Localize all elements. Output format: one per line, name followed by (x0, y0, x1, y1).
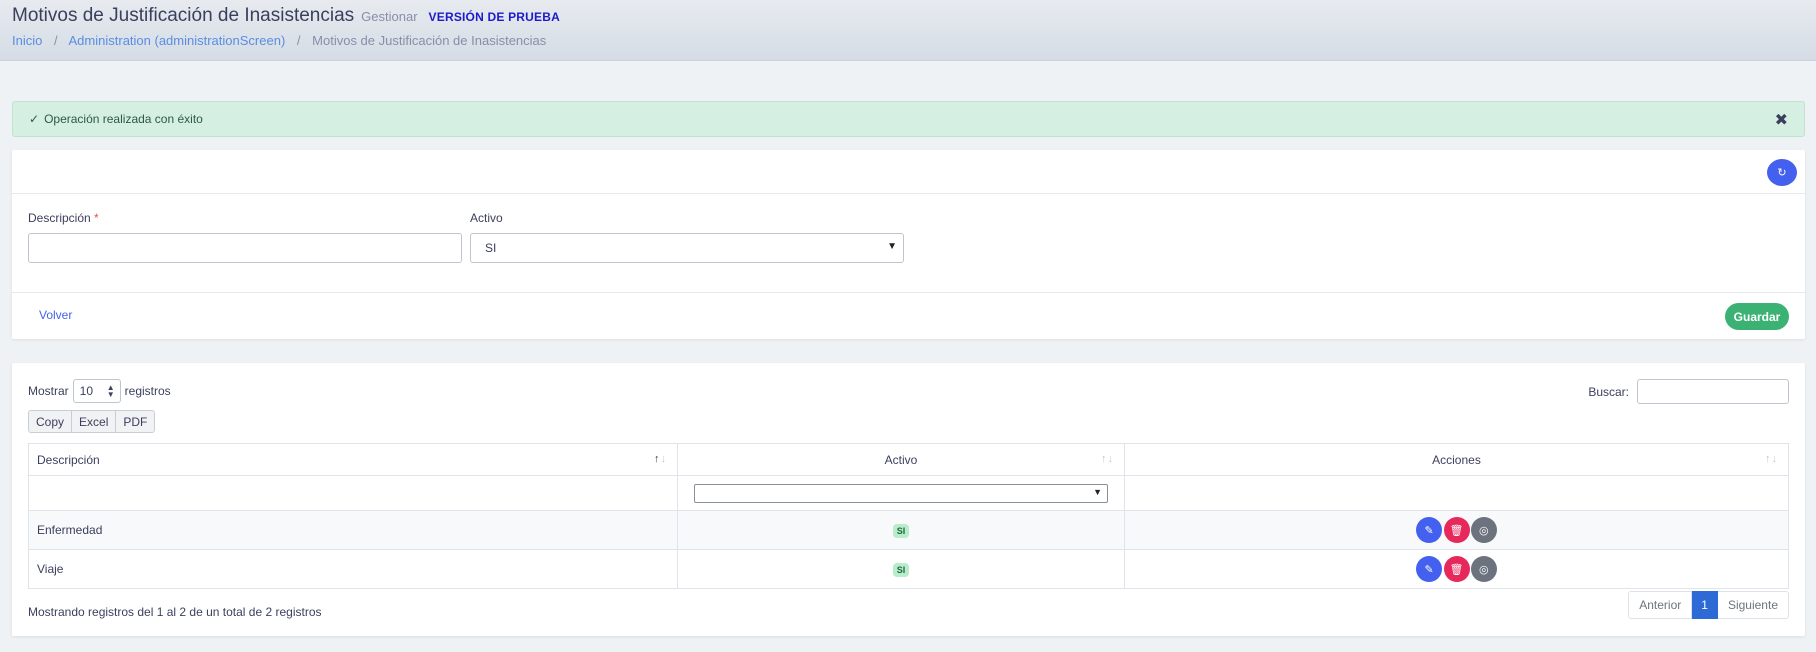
data-table: Descripción ↑↓ Activo ↑↓ Acciones ↑↓ ▼ E… (28, 443, 1789, 589)
export-button-group: Copy Excel PDF (28, 410, 156, 433)
page-button-current[interactable]: 1 (1692, 591, 1718, 619)
guardar-button[interactable]: Guardar (1725, 303, 1789, 330)
breadcrumb-current: Motivos de Justificación de Inasistencia… (312, 33, 547, 48)
chevron-down-icon: ▼ (887, 241, 897, 252)
page-length-value: 10 (79, 384, 94, 398)
descripcion-input[interactable] (28, 233, 462, 263)
breadcrumb-separator: / (296, 33, 301, 48)
next-page-button[interactable]: Siguiente (1717, 591, 1789, 619)
activo-cell: SI (677, 549, 1125, 589)
form-card-footer: Volver Guardar (12, 292, 1805, 339)
acciones-cell: ✎ 🗑 ◎ (1124, 510, 1789, 550)
volver-link[interactable]: Volver (39, 308, 72, 322)
trash-icon: 🗑 (1449, 524, 1464, 537)
edit-button[interactable]: ✎ (1416, 517, 1443, 543)
page-length-control: Mostrar 10 ▲ ▼ registros (28, 379, 171, 403)
table-header-row: Descripción ↑↓ Activo ↑↓ Acciones ↑↓ (28, 443, 1789, 476)
updown-icon: ▲ ▼ (106, 383, 115, 399)
status-badge: SI (892, 562, 910, 577)
form-card: ↻ Descripción * Activo SI ▼ Volver Guard… (12, 150, 1805, 339)
trial-version-badge: VERSIÓN DE PRUEBA (428, 10, 560, 24)
alert-message: Operación realizada con éxito (44, 112, 203, 126)
activo-cell: SI (677, 510, 1125, 550)
show-label: Mostrar (28, 384, 69, 398)
delete-button[interactable]: 🗑 (1443, 556, 1470, 582)
status-badge: SI (892, 523, 910, 538)
filter-cell (28, 475, 678, 511)
records-label: registros (124, 384, 171, 398)
chevron-down-icon: ▼ (1093, 486, 1102, 497)
refresh-button[interactable]: ↻ (1767, 159, 1797, 186)
column-header-label: Descripción (37, 452, 100, 467)
search-input[interactable] (1637, 379, 1789, 404)
breadcrumb-section-link[interactable]: Administration (administrationScreen) (69, 33, 286, 48)
column-header-activo[interactable]: Activo ↑↓ (677, 443, 1125, 476)
breadcrumb-separator: / (53, 33, 58, 48)
activo-label: Activo (470, 211, 503, 225)
pagination: Anterior 1 Siguiente (1628, 591, 1789, 619)
check-icon: ✓ (29, 112, 40, 126)
activo-filter-select[interactable]: ▼ (694, 483, 1108, 503)
search-label: Buscar: (1588, 384, 1629, 399)
delete-button[interactable]: 🗑 (1443, 517, 1470, 543)
refresh-icon: ↻ (1777, 167, 1787, 179)
filter-cell: ▼ (677, 475, 1125, 511)
sort-icon: ↑↓ (654, 453, 667, 465)
title-row: Motivos de Justificación de Inasistencia… (12, 5, 560, 27)
column-header-descripcion[interactable]: Descripción ↑↓ (28, 443, 678, 476)
trash-icon: 🗑 (1449, 563, 1464, 576)
column-header-label: Activo (884, 452, 918, 467)
eye-slash-icon: ◎ (1479, 524, 1489, 537)
close-icon[interactable]: ✖ (1775, 110, 1788, 130)
sort-icon: ↑↓ (1101, 453, 1114, 465)
descripcion-cell: Enfermedad (28, 510, 678, 550)
page-header: Motivos de Justificación de Inasistencia… (0, 0, 1816, 61)
page-subtitle: Gestionar (361, 9, 418, 24)
activo-select-value: SI (485, 241, 497, 255)
column-header-acciones[interactable]: Acciones ↑↓ (1124, 443, 1789, 476)
required-mark: * (94, 211, 99, 225)
success-alert: ✓ Operación realizada con éxito ✖ (12, 101, 1805, 137)
edit-button[interactable]: ✎ (1416, 556, 1443, 582)
search-control: Buscar: (1588, 379, 1789, 404)
hide-button[interactable]: ◎ (1470, 517, 1497, 543)
descripcion-label-text: Descripción (28, 211, 91, 225)
copy-button[interactable]: Copy (28, 410, 73, 433)
form-card-header: ↻ (12, 150, 1805, 194)
descripcion-label: Descripción * (28, 211, 99, 225)
page-length-select[interactable]: 10 ▲ ▼ (72, 379, 121, 403)
table-row: Enfermedad SI ✎ 🗑 ◎ (28, 510, 1789, 550)
table-card: Mostrar 10 ▲ ▼ registros Buscar: Copy Exc… (12, 363, 1805, 636)
filter-row: ▼ (28, 475, 1789, 511)
table-row: Viaje SI ✎ 🗑 ◎ (28, 549, 1789, 589)
table-info: Mostrando registros del 1 al 2 de un tot… (28, 605, 322, 619)
eye-slash-icon: ◎ (1479, 563, 1489, 576)
excel-button[interactable]: Excel (72, 410, 117, 433)
activo-select[interactable]: SI ▼ (470, 233, 904, 263)
edit-icon: ✎ (1424, 563, 1434, 576)
breadcrumb-home-link[interactable]: Inicio (12, 33, 42, 48)
breadcrumb: Inicio / Administration (administrationS… (12, 33, 546, 48)
descripcion-cell: Viaje (28, 549, 678, 589)
pdf-button[interactable]: PDF (116, 410, 156, 433)
filter-cell (1124, 475, 1789, 511)
hide-button[interactable]: ◎ (1470, 556, 1497, 582)
page-title: Motivos de Justificación de Inasistencia… (12, 5, 355, 26)
previous-page-button[interactable]: Anterior (1628, 591, 1693, 619)
edit-icon: ✎ (1424, 524, 1434, 537)
sort-icon: ↑↓ (1765, 453, 1778, 465)
acciones-cell: ✎ 🗑 ◎ (1124, 549, 1789, 589)
column-header-label: Acciones (1432, 452, 1481, 467)
